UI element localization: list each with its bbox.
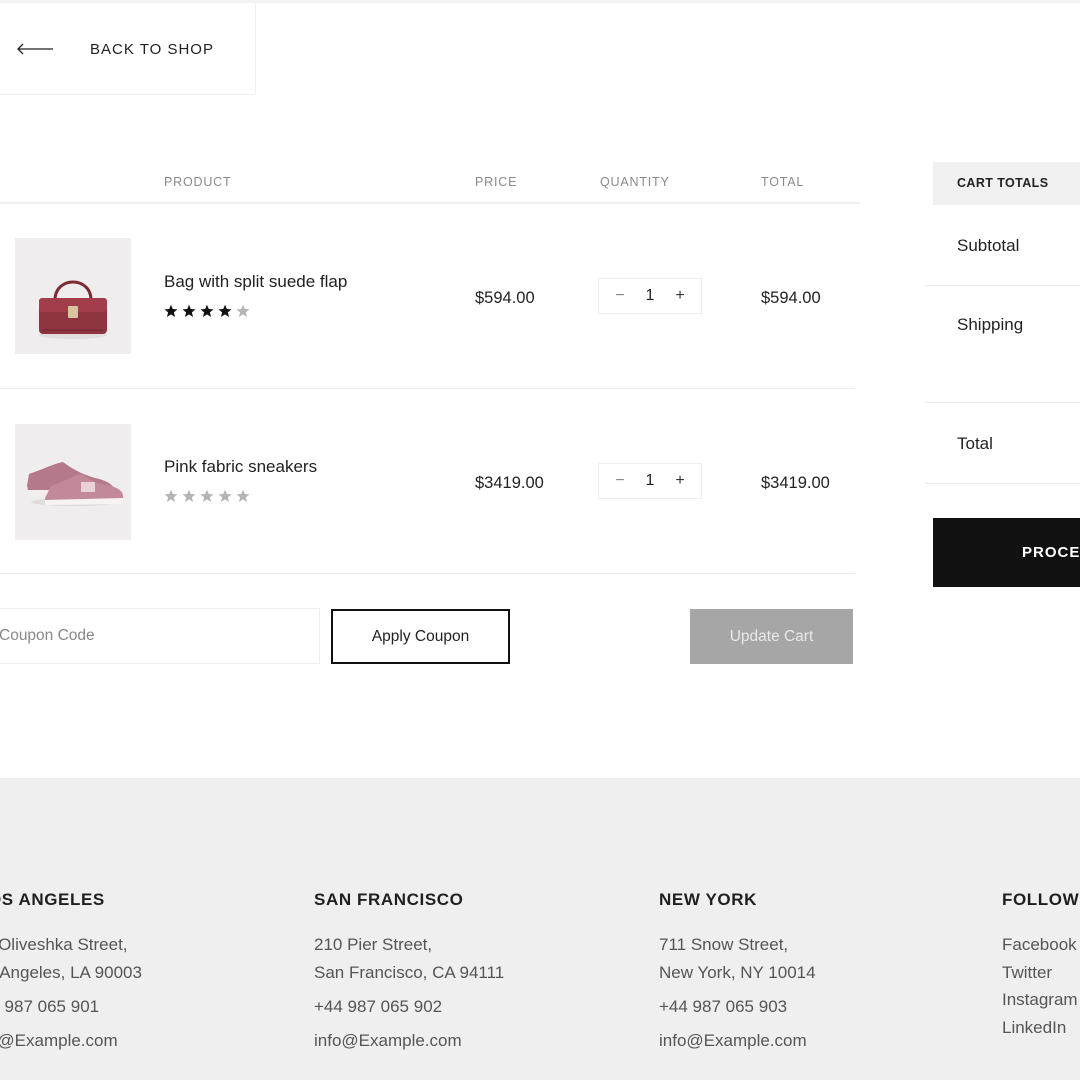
shipping-label: Shipping [957,315,1024,334]
star-filled-icon [200,304,214,317]
quantity-stepper[interactable]: − 1 + [598,278,702,314]
arrow-left-icon [17,43,53,55]
star-filled-icon [218,304,232,317]
sneakers-image [15,424,131,540]
coupon-code-input[interactable] [0,608,320,664]
star-empty-icon [218,489,232,502]
column-header-product: PRODUCT [164,175,232,189]
footer-social-link-linkedin[interactable]: LinkedIn [1002,1018,1066,1038]
row-divider [0,573,855,574]
footer-city-heading: NEW YORK [659,890,757,909]
back-to-shop-label: BACK TO SHOP [90,41,214,58]
product-rating [164,304,250,318]
product-price: $3419.00 [475,474,544,492]
star-empty-icon [200,489,214,502]
footer-phone[interactable]: +44 987 065 901 [0,997,99,1017]
footer-address-line: 711 Snow Street, [659,935,789,954]
line-total: $3419.00 [761,474,830,492]
bag-image [15,238,131,354]
product-price: $594.00 [475,289,535,307]
footer: LOS ANGELES 145 Oliveshka Street, Los An… [0,778,1080,1080]
product-thumbnail-sneakers[interactable] [15,424,131,540]
row-divider [0,388,855,389]
footer-address-line: San Francisco, CA 94111 [314,963,505,982]
footer-email[interactable]: info@Example.com [0,1031,118,1051]
line-total: $594.00 [761,289,821,307]
footer-address-line: Los Angeles, LA 90003 [0,963,142,982]
update-cart-button[interactable]: Update Cart [690,609,853,664]
totals-divider [925,285,1080,286]
star-filled-icon [164,304,178,317]
footer-address-line: New York, NY 10014 [659,963,816,982]
subtotal-label: Subtotal [957,236,1020,255]
cart-totals-header: CART TOTALS [933,162,1080,205]
footer-phone[interactable]: +44 987 065 903 [659,997,787,1017]
star-empty-icon [236,304,250,317]
footer-city-heading: LOS ANGELES [0,890,105,909]
totals-divider [925,483,1080,484]
star-empty-icon [164,489,178,502]
column-header-quantity: QUANTITY [600,175,670,189]
total-label: Total [957,434,993,453]
star-filled-icon [182,304,196,317]
quantity-value[interactable]: 1 [646,287,655,305]
quantity-decrease-button[interactable]: − [613,472,627,490]
product-name[interactable]: Bag with split suede flap [164,272,347,292]
footer-social-link-twitter[interactable]: Twitter [1002,963,1052,983]
quantity-decrease-button[interactable]: − [613,287,627,305]
footer-follow-heading: FOLLOW US [1002,890,1080,909]
proceed-to-checkout-button[interactable]: PROCEED TO CHECKOUT [933,518,1080,587]
product-name[interactable]: Pink fabric sneakers [164,457,317,477]
quantity-increase-button[interactable]: + [673,472,687,490]
quantity-increase-button[interactable]: + [673,287,687,305]
quantity-value[interactable]: 1 [646,472,655,490]
header-divider [0,202,860,204]
apply-coupon-button[interactable]: Apply Coupon [331,609,510,664]
footer-social-link-facebook[interactable]: Facebook [1002,935,1077,955]
product-rating [164,489,250,503]
product-thumbnail-bag[interactable] [15,238,131,354]
back-to-shop-link[interactable]: BACK TO SHOP [0,3,256,95]
footer-email[interactable]: info@Example.com [659,1031,807,1051]
cart-totals-heading: CART TOTALS [957,176,1049,190]
footer-phone[interactable]: +44 987 065 902 [314,997,442,1017]
star-empty-icon [236,489,250,502]
footer-social-link-instagram[interactable]: Instagram [1002,990,1078,1010]
totals-divider [925,402,1080,403]
footer-email[interactable]: info@Example.com [314,1031,462,1051]
footer-city-heading: SAN FRANCISCO [314,890,464,909]
footer-address-line: 145 Oliveshka Street, [0,935,128,954]
quantity-stepper[interactable]: − 1 + [598,463,702,499]
footer-address-line: 210 Pier Street, [314,935,433,954]
star-empty-icon [182,489,196,502]
column-header-price: PRICE [475,175,518,189]
column-header-total: TOTAL [761,175,805,189]
